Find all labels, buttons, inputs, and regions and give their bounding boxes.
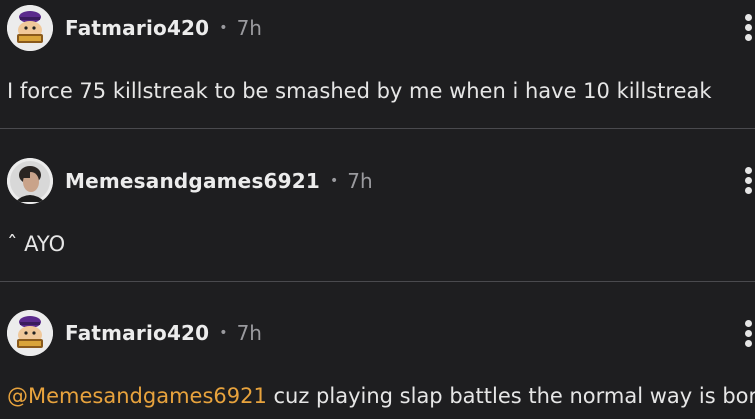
comment-text: I force 75 killstreak to be smashed by m… xyxy=(7,79,712,103)
comment-text: @Memesandgames6921 cuz playing slap batt… xyxy=(7,384,755,408)
more-options-icon[interactable] xyxy=(743,320,753,347)
fat-mario-avatar-icon[interactable] xyxy=(7,310,53,356)
comment-header: Memesandgames6921 • 7h xyxy=(7,157,373,205)
comment-body: cuz playing slap battles the normal way … xyxy=(266,384,755,408)
more-options-icon[interactable] xyxy=(743,167,753,194)
user-mention-link[interactable]: @Memesandgames6921 xyxy=(7,384,267,408)
timestamp: 7h xyxy=(236,16,262,40)
username-link[interactable]: Fatmario420 xyxy=(65,321,209,345)
comment-header: Fatmario420 • 7h xyxy=(7,4,262,52)
meta-separator: • xyxy=(219,325,228,341)
username-link[interactable]: Fatmario420 xyxy=(65,16,209,40)
meta-separator: • xyxy=(330,173,339,189)
more-options-icon[interactable] xyxy=(743,14,753,41)
divider xyxy=(0,128,755,129)
timestamp: 7h xyxy=(347,169,373,193)
comment-meta: Memesandgames6921 • 7h xyxy=(65,169,373,193)
comment-text: ˆ AYO xyxy=(7,232,66,256)
portrait-avatar-icon[interactable] xyxy=(7,158,53,204)
timestamp: 7h xyxy=(236,321,262,345)
divider xyxy=(0,281,755,282)
comment-meta: Fatmario420 • 7h xyxy=(65,321,262,345)
comment-meta: Fatmario420 • 7h xyxy=(65,16,262,40)
comment-header: Fatmario420 • 7h xyxy=(7,309,262,357)
meta-separator: • xyxy=(219,20,228,36)
fat-mario-avatar-icon[interactable] xyxy=(7,5,53,51)
username-link[interactable]: Memesandgames6921 xyxy=(65,169,320,193)
